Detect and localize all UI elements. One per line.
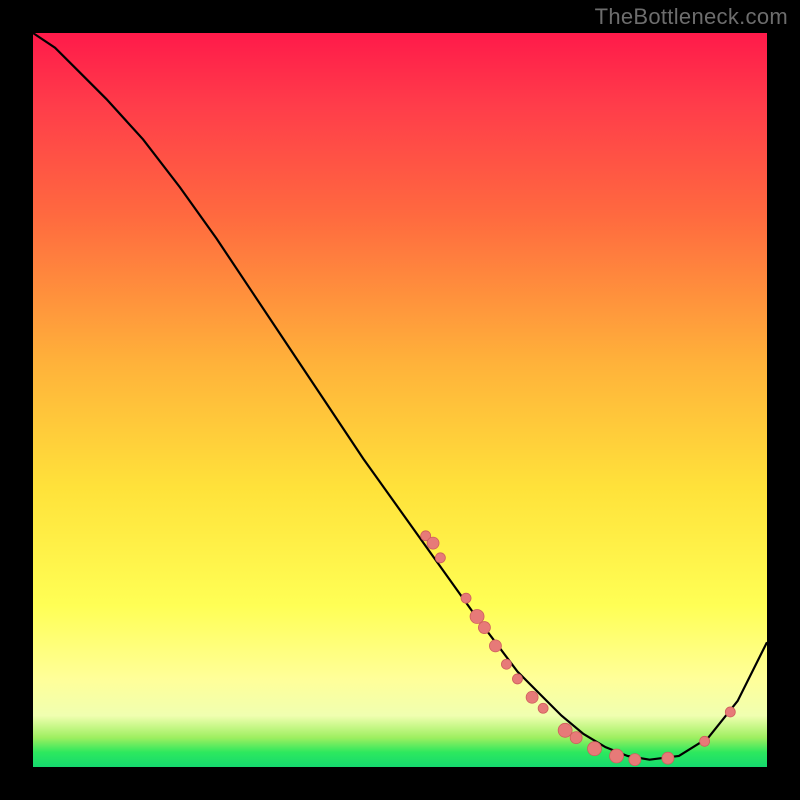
- bottleneck-curve: [33, 33, 767, 760]
- curve-marker: [662, 752, 674, 764]
- curve-marker: [725, 707, 735, 717]
- curve-marker: [470, 610, 484, 624]
- curve-marker: [588, 742, 602, 756]
- curve-marker: [512, 674, 522, 684]
- curve-marker: [489, 640, 501, 652]
- curve-marker: [570, 732, 582, 744]
- curve-marker: [501, 659, 511, 669]
- curve-marker: [526, 691, 538, 703]
- curve-marker: [478, 622, 490, 634]
- chart-svg: [33, 33, 767, 767]
- curve-marker: [435, 553, 445, 563]
- curve-marker: [461, 593, 471, 603]
- watermark-text: TheBottleneck.com: [595, 4, 788, 30]
- curve-marker: [427, 537, 439, 549]
- curve-marker: [700, 736, 710, 746]
- curve-marker: [558, 723, 572, 737]
- chart-frame: TheBottleneck.com: [0, 0, 800, 800]
- curve-marker: [538, 703, 548, 713]
- curve-marker: [610, 749, 624, 763]
- plot-area: [33, 33, 767, 767]
- curve-marker: [629, 754, 641, 766]
